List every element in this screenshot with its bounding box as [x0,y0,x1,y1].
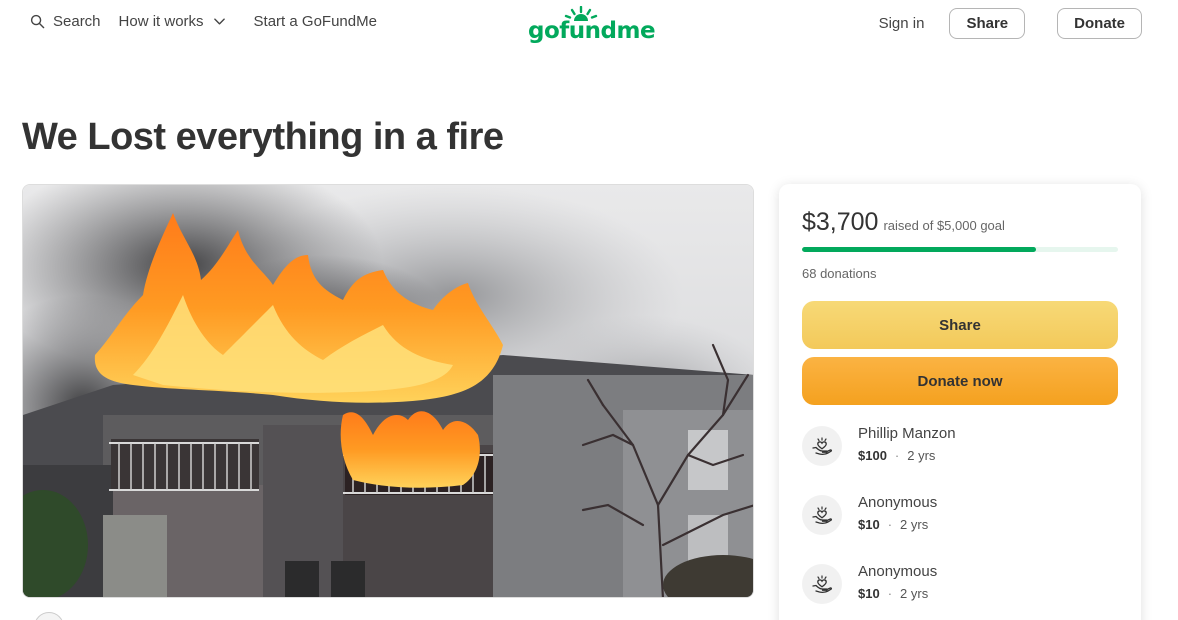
donor-meta: $100 · 2 yrs [858,448,935,463]
donor-avatar [802,495,842,535]
header-donate-button[interactable]: Donate [1057,8,1142,39]
organizer-avatar[interactable] [34,612,64,620]
donor-avatar [802,426,842,466]
goal-text: raised of $5,000 goal [883,218,1005,233]
donor-time: 2 yrs [900,517,929,532]
gofundme-logo[interactable]: gofundme [528,6,656,44]
site-header: Search How it works Start a GoFundMe gof… [0,0,1178,50]
donation-card: $3,700 raised of $5,000 goal 68 donation… [779,184,1141,620]
donor-time: 2 yrs [907,448,936,463]
donor-item: Anonymous $10 · 2 yrs [802,562,1118,612]
donor-avatar [802,564,842,604]
donations-count[interactable]: 68 donations [802,266,876,281]
donor-meta: $10 · 2 yrs [858,517,928,532]
start-gofundme-label: Start a GoFundMe [253,13,377,30]
campaign-photo [22,184,754,598]
separator-dot: · [894,448,900,463]
chevron-down-icon [213,18,225,25]
hand-heart-icon [812,575,833,593]
logo-text: gofundme [528,18,656,44]
separator-dot: · [887,586,893,601]
progress-fill [802,247,1036,252]
progress-bar [802,247,1118,252]
nav-left: Search How it works Start a GoFundMe [30,13,377,30]
donor-amount: $10 [858,586,880,601]
separator-dot: · [887,517,893,532]
sign-in-link[interactable]: Sign in [879,15,925,32]
campaign-title: We Lost everything in a fire [22,116,504,158]
donor-name: Phillip Manzon [858,425,956,442]
donor-item: Phillip Manzon $100 · 2 yrs [802,424,1118,474]
donor-name: Anonymous [858,563,938,580]
nav-right: Sign in Share Donate [879,8,1142,39]
donate-now-button[interactable]: Donate now [802,357,1118,405]
donor-item: Anonymous $10 · 2 yrs [802,493,1118,543]
raised-summary: $3,700 raised of $5,000 goal [802,208,1005,237]
how-it-works-label: How it works [118,13,204,30]
donor-time: 2 yrs [900,586,929,601]
hand-heart-icon [812,437,833,455]
raised-amount: $3,700 [802,208,879,236]
share-button[interactable]: Share [802,301,1118,349]
hand-heart-icon [812,506,833,524]
search-label: Search [53,13,101,30]
how-it-works-menu[interactable]: How it works [119,13,226,30]
donor-amount: $10 [858,517,880,532]
fire-photo-illustration [23,185,753,597]
start-gofundme-link[interactable]: Start a GoFundMe [254,13,377,30]
header-share-button[interactable]: Share [949,8,1026,39]
donor-meta: $10 · 2 yrs [858,586,928,601]
search-icon [30,14,45,29]
search-link[interactable]: Search [30,13,101,30]
donor-amount: $100 [858,448,887,463]
donor-name: Anonymous [858,494,938,511]
